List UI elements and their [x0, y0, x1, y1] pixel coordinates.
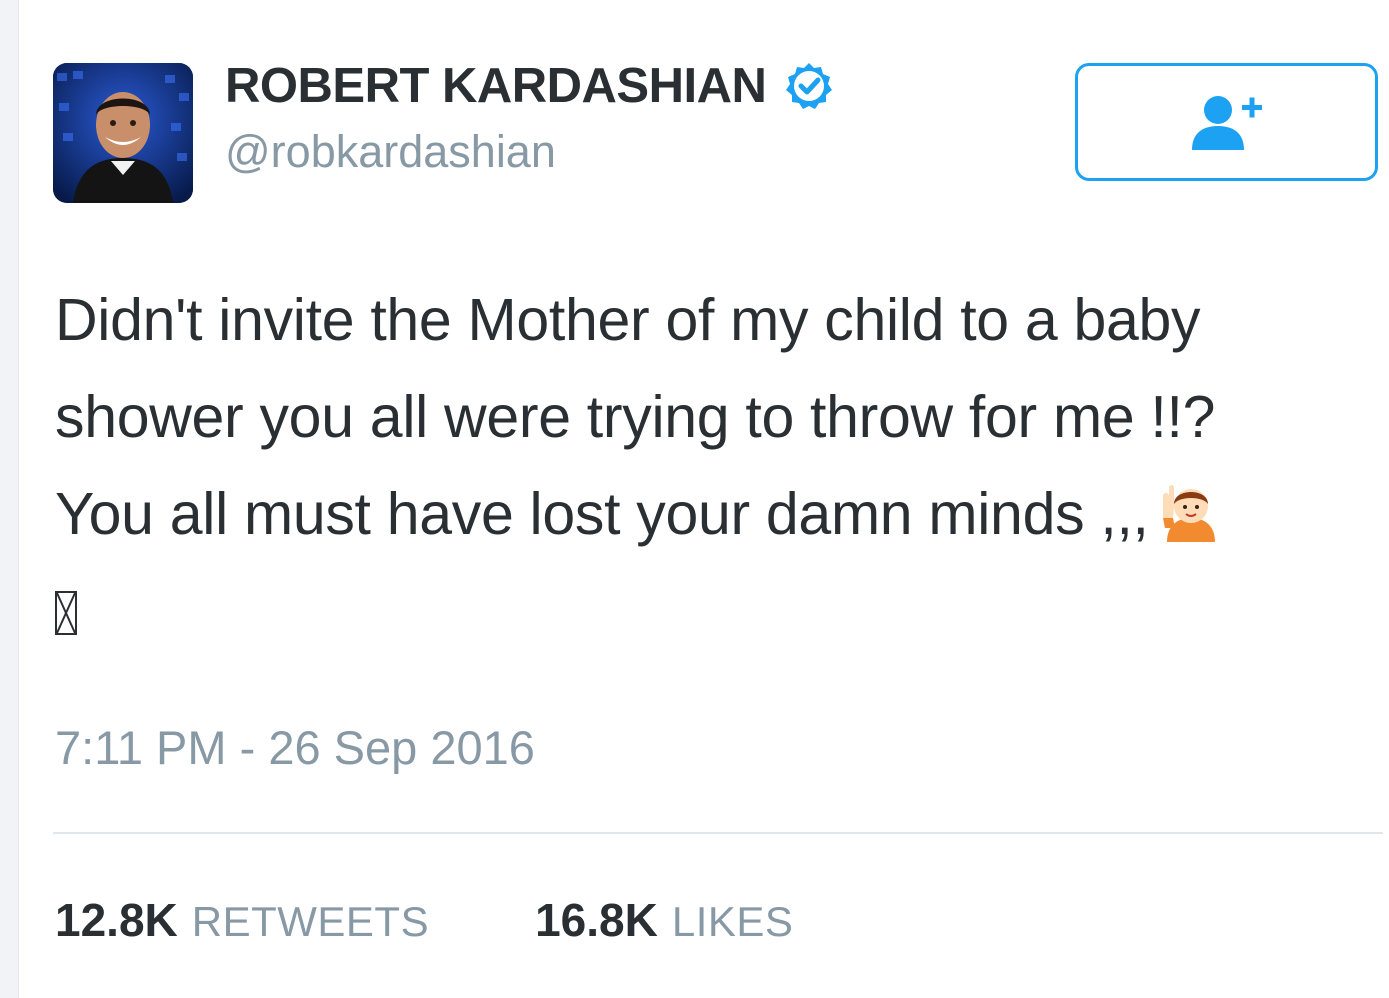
follow-button[interactable] [1075, 63, 1378, 181]
retweets-count: 12.8K [55, 894, 178, 946]
display-name[interactable]: ROBERT KARDASHIAN [225, 58, 834, 114]
verified-badge-icon [786, 63, 833, 109]
tweet-text-line-2: shower you all were trying to throw for … [55, 384, 1216, 450]
likes-count: 16.8K [535, 894, 658, 946]
raising-hand-emoji-icon [1162, 485, 1215, 542]
tweet-text-line-3: You all must have lost your damn minds ,… [55, 466, 1375, 563]
tweet-stats: 12.8K RETWEETS 16.8K LIKES [55, 893, 899, 947]
tweet-text-line-3-text: You all must have lost your damn minds ,… [55, 481, 1149, 547]
tweet-timestamp[interactable]: 7:11 PM - 26 Sep 2016 [55, 720, 535, 775]
likes-stat[interactable]: 16.8K LIKES [535, 893, 793, 947]
tweet-text: Didn't invite the Mother of my child to … [55, 272, 1375, 660]
display-name-text: ROBERT KARDASHIAN [225, 59, 767, 113]
retweets-label: RETWEETS [191, 898, 430, 945]
divider [53, 832, 1383, 834]
avatar[interactable] [53, 63, 193, 203]
tweet-page: ROBERT KARDASHIAN @robkardashian Didn't … [0, 0, 1389, 998]
add-user-icon [1191, 96, 1262, 150]
user-handle[interactable]: @robkardashian [225, 126, 556, 178]
timeline-edge [0, 0, 19, 998]
tweet-text-line-1: Didn't invite the Mother of my child to … [55, 287, 1201, 353]
profile-photo-icon [53, 63, 193, 203]
tweet-text-line-4 [55, 563, 1375, 660]
unrendered-emoji-box-icon [55, 591, 77, 635]
retweets-stat[interactable]: 12.8K RETWEETS [55, 893, 429, 947]
likes-label: LIKES [671, 898, 794, 945]
